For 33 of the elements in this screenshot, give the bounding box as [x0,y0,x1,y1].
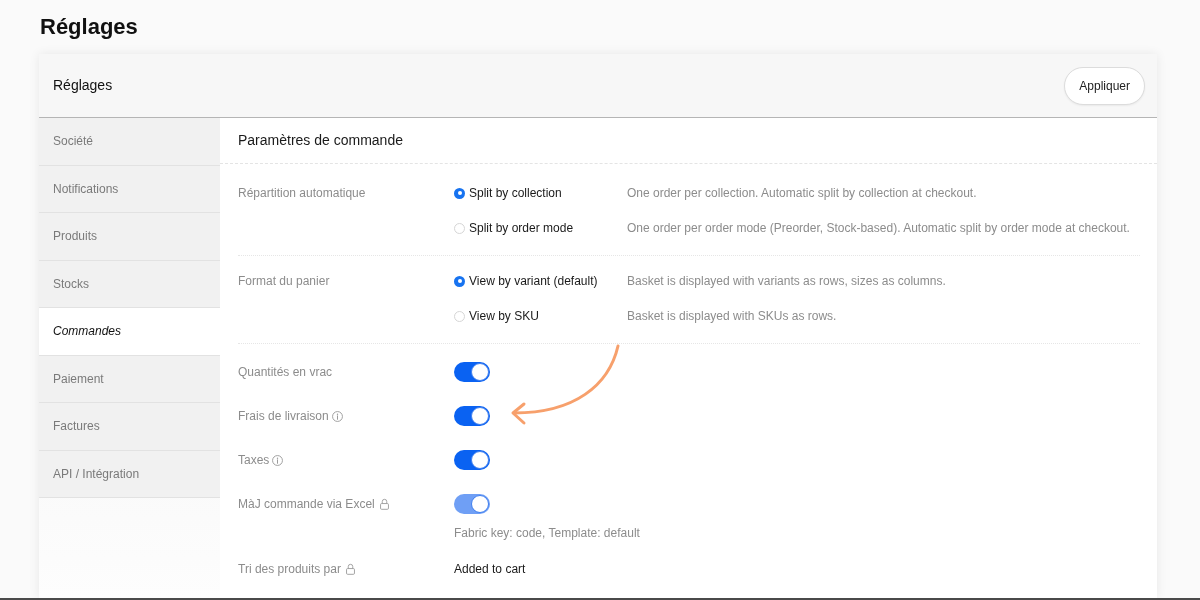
toggle-switch[interactable] [454,406,490,426]
setting-label: Tri des produits par [238,561,341,578]
sidebar-item[interactable]: Factures [39,403,220,451]
option-label: View by SKU [469,308,539,325]
option-label: Split by order mode [469,220,574,237]
option-description: One order per collection. Automatic split by collection at checkout. [627,185,977,202]
option-description: Basket is displayed with variants as rows, sizes as columns. [627,273,946,290]
toggle-switch[interactable] [454,450,490,470]
sidebar-item[interactable]: Stocks [39,260,220,308]
setting-label: MàJ commande via Excel [238,496,375,513]
setting-label: Quantités en vrac [238,364,333,381]
toggle-switch[interactable] [454,362,490,382]
hint-text: Fabric key: code, Template: default [454,526,640,540]
setting-label: Frais de livraison [238,408,329,425]
sidebar-item[interactable]: Commandes [39,308,220,356]
setting-label: Format du panier [238,273,331,290]
apply-button[interactable]: Appliquer [1064,66,1145,105]
setting-label: Répartition automatique [238,185,367,202]
setting-label: Taxes [238,452,270,469]
page-title: Réglages [40,14,138,40]
radio-button[interactable] [454,187,465,199]
option-label: View by variant (default) [469,273,598,290]
option-description: One order per order mode (Preorder, Stock-based). Automatic split by order mode at checkout. [627,220,1130,237]
radio-button[interactable] [454,222,465,234]
option-description: Basket is displayed with SKUs as rows. [627,308,837,325]
sidebar-item[interactable]: Paiement [39,355,220,403]
card-title: Réglages [53,76,113,95]
radio-button[interactable] [454,275,465,287]
setting-value: Added to cart [454,561,526,578]
section-title: Paramètres de commande [238,131,403,150]
option-label: Split by collection [469,185,562,202]
sidebar-item[interactable]: API / Intégration [39,450,220,498]
radio-button[interactable] [454,310,465,322]
